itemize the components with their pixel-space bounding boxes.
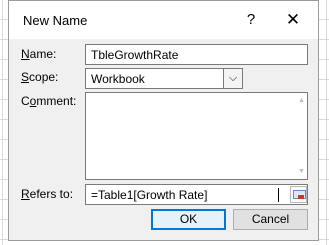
text-caret <box>278 188 279 202</box>
scope-label: Scope: <box>21 70 59 84</box>
help-icon[interactable]: ? <box>241 9 261 31</box>
close-icon[interactable]: ✕ <box>278 7 308 33</box>
cancel-button[interactable]: Cancel <box>233 209 308 230</box>
ok-button[interactable]: OK <box>151 209 226 230</box>
dialog-titlebar: New Name ? ✕ <box>9 1 318 39</box>
comment-field[interactable] <box>85 92 308 180</box>
name-field[interactable]: TbleGrowthRate <box>85 44 308 65</box>
range-select-icon-arrow <box>298 195 304 199</box>
new-name-dialog: New Name ? ✕ Name: TbleGrowthRate Scope:… <box>8 0 319 241</box>
scope-dropdown[interactable]: Workbook <box>85 68 243 89</box>
refers-to-field[interactable]: =Table1[Growth Rate] <box>85 184 308 205</box>
comment-label: Comment: <box>21 94 77 108</box>
range-select-icon[interactable] <box>290 186 307 203</box>
chevron-down-icon[interactable]: ⌵ <box>223 68 243 89</box>
scroll-up-icon[interactable]: ▲ <box>296 95 307 106</box>
refers-to-value: =Table1[Growth Rate] <box>91 188 208 202</box>
scope-dropdown-value: Workbook <box>91 72 145 86</box>
refers-to-label: Refers to: <box>21 187 74 201</box>
name-label: Name: <box>21 47 57 61</box>
name-field-value: TbleGrowthRate <box>91 48 179 62</box>
scroll-down-icon[interactable]: ▼ <box>296 166 307 177</box>
dialog-title: New Name <box>23 13 88 28</box>
